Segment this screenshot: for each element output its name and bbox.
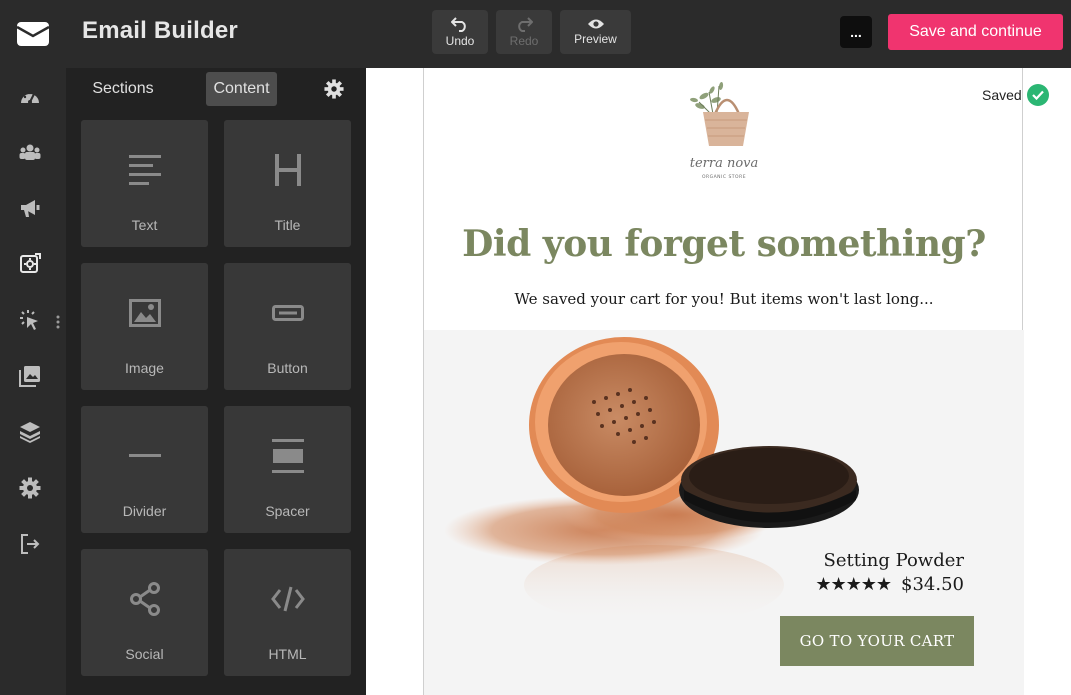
block-label: Title [274, 217, 301, 233]
block-label: Spacer [265, 503, 310, 519]
email-canvas: terra nova ORGANIC STORE Did you forget … [366, 68, 1071, 695]
block-divider[interactable]: Divider [81, 406, 208, 533]
button-icon [224, 291, 351, 335]
app-title: Email Builder [82, 17, 238, 44]
divider-icon [81, 434, 208, 478]
block-label: Social [125, 646, 164, 662]
block-image[interactable]: Image [81, 263, 208, 390]
text-icon [81, 148, 208, 192]
templates-icon[interactable] [19, 253, 41, 275]
email-subline[interactable]: We saved your cart for you! But items wo… [424, 290, 1024, 308]
block-text[interactable]: Text [81, 120, 208, 247]
block-label: Divider [122, 503, 167, 519]
settings-icon[interactable] [19, 477, 41, 499]
go-to-cart-button[interactable]: GO TO YOUR CART [780, 616, 974, 666]
email-template[interactable]: terra nova ORGANIC STORE Did you forget … [423, 68, 1024, 695]
media-icon[interactable] [19, 365, 41, 387]
tab-content[interactable]: Content [206, 72, 277, 106]
block-html[interactable]: HTML [224, 549, 351, 676]
block-label: Button [267, 360, 308, 376]
preview-button[interactable]: Preview [560, 10, 631, 54]
brand-logo[interactable]: terra nova ORGANIC STORE [679, 80, 769, 185]
block-button[interactable]: Button [224, 263, 351, 390]
top-bar: Email Builder Undo Redo Preview ... Save… [0, 0, 1071, 68]
left-rail [0, 68, 66, 695]
block-spacer[interactable]: Spacer [224, 406, 351, 533]
contacts-icon[interactable] [19, 141, 41, 163]
spacer-icon [224, 434, 351, 478]
block-label: Text [131, 217, 158, 233]
undo-button[interactable]: Undo [432, 10, 488, 54]
brand-name-text: terra nova [690, 156, 759, 171]
redo-label: Redo [509, 34, 539, 48]
title-icon [224, 148, 351, 192]
saved-label: Saved [982, 87, 1022, 103]
rating-stars-icon: ★★★★★ [815, 574, 892, 595]
more-options-button[interactable]: ... [840, 16, 872, 48]
share-icon [81, 577, 208, 621]
preview-label: Preview [574, 32, 617, 46]
save-and-continue-button[interactable]: Save and continue [888, 14, 1063, 50]
eye-icon [587, 19, 604, 29]
email-headline[interactable]: Did you forget something? [424, 223, 1024, 265]
undo-icon [451, 17, 466, 32]
check-icon [1026, 84, 1049, 106]
content-panel: Sections Content Text Title Image Button… [66, 68, 366, 695]
logout-icon[interactable] [19, 533, 41, 555]
app-logo-icon[interactable] [0, 0, 66, 68]
code-icon [224, 577, 351, 621]
product-name[interactable]: Setting Powder [824, 550, 964, 571]
automation-icon[interactable] [19, 309, 41, 331]
rail-resize-handle[interactable] [56, 315, 60, 329]
tab-sections[interactable]: Sections [80, 72, 166, 106]
block-label: Image [125, 360, 164, 376]
block-label: HTML [268, 646, 307, 662]
block-social[interactable]: Social [81, 549, 208, 676]
product-rating-row: ★★★★★ $34.50 [815, 574, 964, 595]
image-icon [81, 291, 208, 335]
product-price: $34.50 [901, 574, 964, 595]
undo-label: Undo [445, 34, 475, 48]
product-section[interactable]: Setting Powder ★★★★★ $34.50 GO TO YOUR C… [424, 330, 1024, 695]
block-title[interactable]: Title [224, 120, 351, 247]
dashboard-icon[interactable] [19, 86, 41, 108]
panel-settings-gear-icon[interactable] [324, 79, 344, 99]
saved-status: Saved [982, 84, 1049, 106]
redo-icon [518, 17, 533, 32]
campaigns-icon[interactable] [19, 197, 41, 219]
redo-button[interactable]: Redo [496, 10, 552, 54]
brand-tagline-text: ORGANIC STORE [702, 174, 746, 180]
layers-icon[interactable] [19, 421, 41, 443]
